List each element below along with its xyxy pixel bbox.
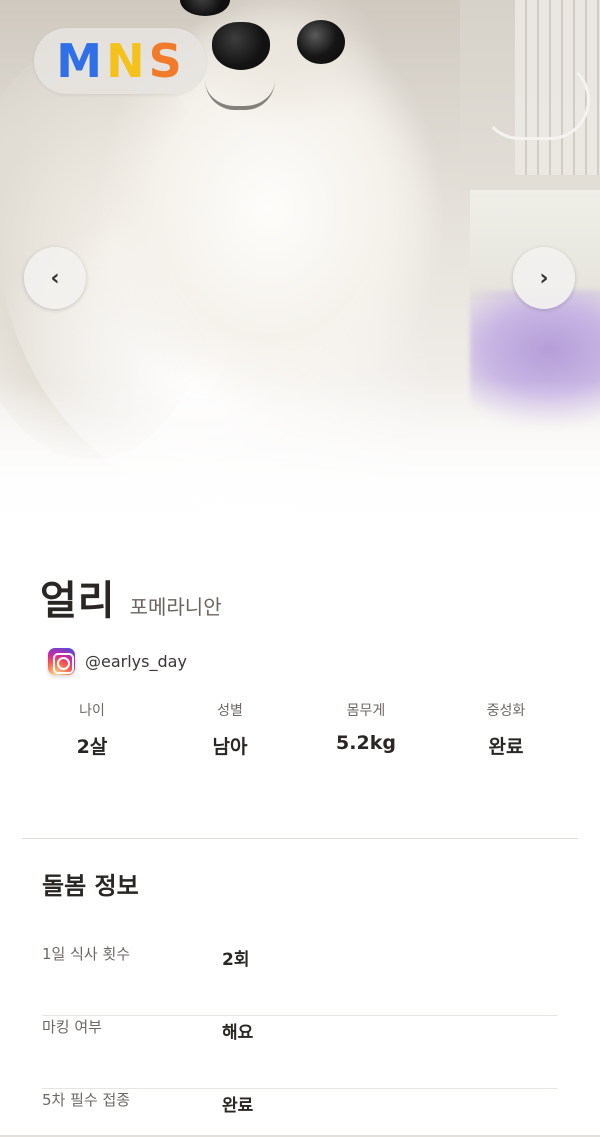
carousel-prev-button[interactable]: ‹: [24, 247, 86, 309]
brand-logo[interactable]: M N S: [34, 28, 206, 94]
care-row-meals: 1일 식사 횟수 2회: [42, 943, 558, 1016]
care-row-label: 1일 식사 횟수: [42, 945, 131, 963]
pet-stats: 나이 2살 성별 남아 몸무게 5.2kg 중성화 완료: [0, 700, 600, 770]
stat-value: 남아: [212, 736, 248, 758]
pet-breed: 포메라니안: [129, 595, 222, 619]
stat-value: 완료: [488, 736, 524, 758]
instagram-handle: @earlys_day: [85, 652, 187, 671]
care-section-title: 돌봄 정보: [42, 872, 139, 900]
stat-label: 중성화: [486, 703, 526, 719]
care-row-value: 2회: [222, 950, 250, 970]
logo-letter-n: N: [106, 34, 147, 88]
stat-value: 5.2kg: [336, 732, 396, 754]
carousel-next-button[interactable]: ›: [513, 247, 575, 309]
instagram-icon: [48, 648, 75, 675]
logo-letter-m: M: [56, 34, 105, 88]
pet-name-row: 얼리 포메라니안: [40, 568, 222, 626]
care-row-label: 5차 필수 접종: [42, 1091, 131, 1109]
stat-weight: 몸무게 5.2kg: [306, 700, 426, 754]
care-row-value: 해요: [222, 1023, 254, 1043]
stat-label: 성별: [217, 703, 243, 719]
stat-age: 나이 2살: [32, 700, 152, 759]
stat-label: 나이: [79, 703, 105, 719]
logo-letter-s: S: [148, 34, 184, 88]
pet-profile-page: M N S ‹ › 얼리 포메라니안 @earlys_day 나이 2살 성별 …: [0, 0, 600, 1137]
care-row-vaccination: 5차 필수 접종 완료: [42, 1089, 558, 1137]
chevron-right-icon: ›: [539, 265, 549, 291]
care-row-value: 완료: [222, 1096, 254, 1116]
stat-value: 2살: [76, 736, 108, 758]
pet-name: 얼리: [40, 578, 116, 624]
stat-gender: 성별 남아: [170, 700, 290, 759]
instagram-link[interactable]: @earlys_day: [48, 648, 187, 675]
stat-neutered: 중성화 완료: [446, 700, 566, 759]
care-row-marking: 마킹 여부 해요: [42, 1016, 558, 1089]
care-row-label: 마킹 여부: [42, 1018, 102, 1036]
stat-label: 몸무게: [346, 703, 386, 719]
section-divider: [22, 838, 578, 839]
chevron-left-icon: ‹: [50, 265, 60, 291]
